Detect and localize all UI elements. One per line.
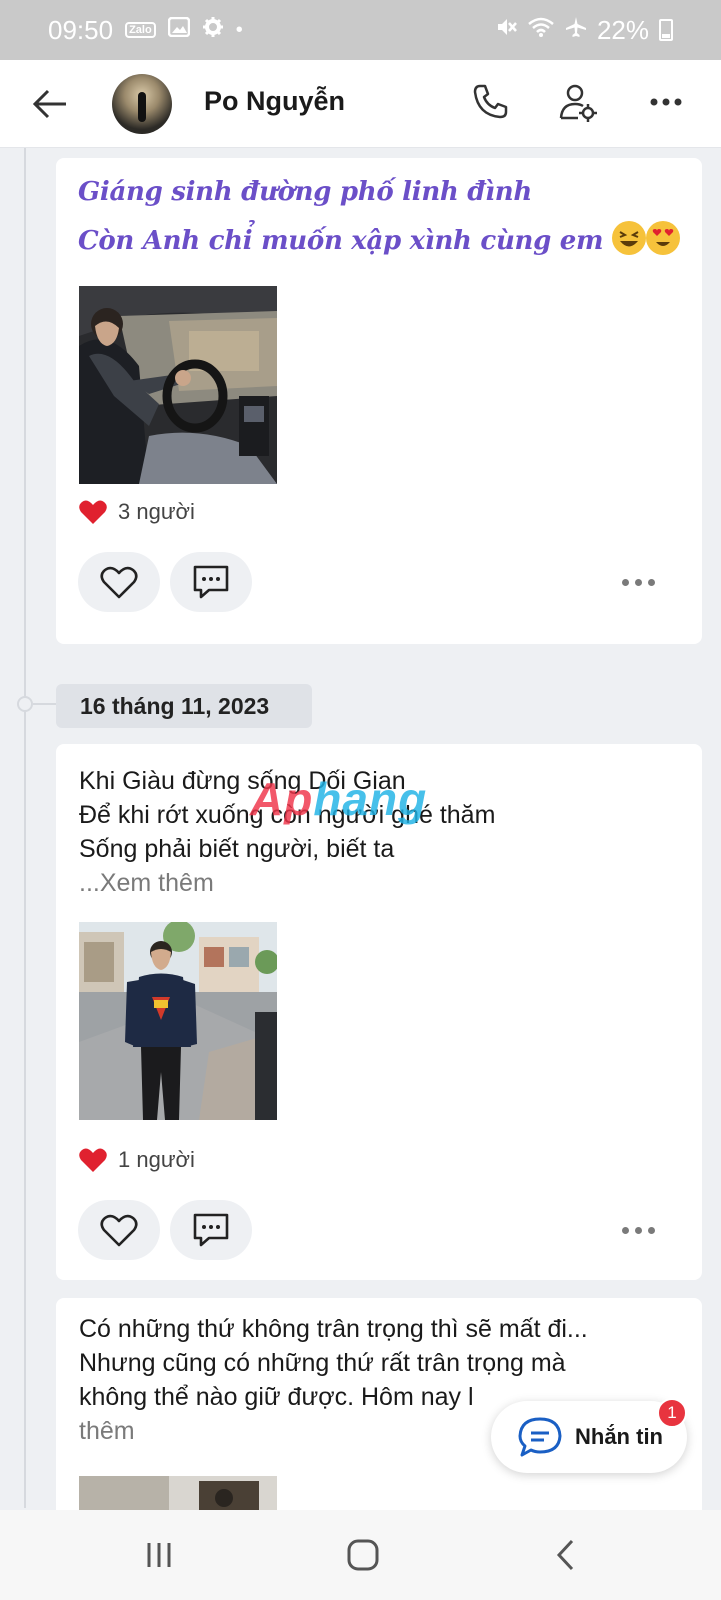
gallery-notification-icon (167, 16, 190, 43)
call-button[interactable] (470, 82, 510, 122)
reaction-summary[interactable]: 3 người (78, 498, 195, 526)
post-image-driver[interactable] (79, 286, 277, 484)
heart-eyes-emoji-icon (646, 221, 680, 255)
timeline-dot (17, 696, 33, 712)
reaction-count: 3 người (118, 499, 195, 524)
watermark-logo: Aphang (250, 773, 428, 825)
recent-apps-icon (147, 1543, 171, 1567)
laughing-emoji-icon (612, 221, 646, 255)
chevron-left-icon (556, 1539, 574, 1571)
heart-reaction-icon (79, 1148, 107, 1172)
heart-reaction-icon (79, 500, 107, 524)
battery-percent: 22% (596, 14, 649, 45)
mute-icon (495, 16, 517, 44)
page-title: Po Nguyễn (204, 86, 346, 116)
comment-icon (193, 565, 229, 599)
settings-notification-icon (202, 16, 224, 44)
more-horizontal-icon (650, 98, 682, 106)
reaction-count: 1 người (118, 1147, 195, 1172)
date-separator: 16 tháng 11, 2023 (56, 684, 312, 728)
battery-icon (659, 19, 673, 41)
post-line: Giáng sinh đường phố linh đình (78, 177, 532, 207)
more-notifications-dot-icon: • (235, 18, 243, 41)
app-header: Po Nguyễn (0, 60, 721, 148)
avatar-figure (138, 92, 146, 122)
chat-bubble-icon (518, 1417, 562, 1457)
back-button[interactable] (30, 84, 70, 124)
avatar[interactable] (112, 74, 172, 134)
post-line: Sống phải biết người, biết ta (79, 835, 395, 863)
message-button-label: Nhắn tin (575, 1424, 663, 1449)
reaction-summary[interactable]: 1 người (78, 1146, 195, 1174)
status-time: 09:50 (48, 14, 114, 45)
airplane-mode-icon (565, 16, 587, 44)
post-more-button[interactable] (622, 1224, 662, 1236)
wifi-icon (527, 16, 555, 44)
system-nav-bar (0, 1510, 721, 1600)
user-settings-icon (559, 84, 597, 122)
unread-badge: 1 (657, 1398, 687, 1428)
profile-settings-button[interactable] (558, 82, 598, 122)
zalo-notification-icon: Zalo (125, 22, 156, 38)
like-button[interactable] (78, 552, 160, 612)
comment-button[interactable] (170, 552, 252, 612)
post-text: Giáng sinh đường phố linh đình Còn Anh c… (78, 168, 680, 266)
comment-button[interactable] (170, 1200, 252, 1260)
heart-outline-icon (100, 566, 138, 599)
post-line: Còn Anh chỉ muốn xập xình cùng em (78, 226, 604, 256)
home-icon (347, 1539, 379, 1571)
home-button[interactable] (346, 1538, 380, 1572)
post-image-street[interactable] (79, 922, 277, 1120)
post-card: Giáng sinh đường phố linh đình Còn Anh c… (56, 158, 702, 644)
timeline-line (24, 148, 26, 1508)
see-more-link[interactable]: ...Xem thêm (79, 866, 495, 900)
heart-outline-icon (100, 1214, 138, 1247)
phone-icon (473, 84, 508, 119)
comment-icon (193, 1213, 229, 1247)
post-line: Nhưng cũng có những thứ rất trân trọng m… (79, 1349, 566, 1377)
post-more-button[interactable] (622, 576, 662, 588)
system-back-button[interactable] (552, 1538, 582, 1572)
post-line-with-emoji: Còn Anh chỉ muốn xập xình cùng em (78, 217, 680, 266)
timeline-connector (33, 703, 57, 705)
recent-apps-button[interactable] (144, 1540, 174, 1570)
status-bar: 09:50 Zalo • 22% (0, 0, 721, 60)
post-line: Có những thứ không trân trọng thì sẽ mất… (79, 1315, 588, 1343)
more-options-button[interactable] (646, 82, 686, 122)
back-arrow-icon (32, 89, 66, 119)
like-button[interactable] (78, 1200, 160, 1260)
